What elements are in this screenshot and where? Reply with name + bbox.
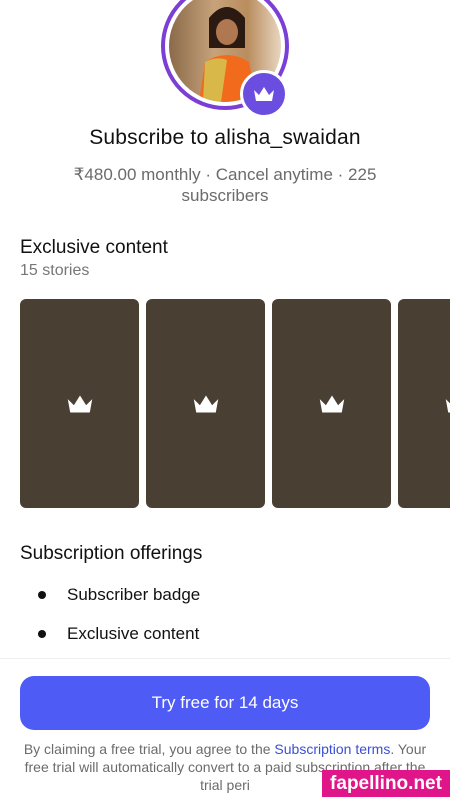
watermark: fapellino.net (322, 770, 450, 797)
subscription-offerings-heading: Subscription offerings (20, 543, 203, 564)
offering-item: Exclusive content (38, 624, 199, 644)
crown-icon (254, 87, 274, 101)
stories-count: 15 stories (20, 262, 90, 279)
divider (0, 658, 450, 659)
subscription-terms-link[interactable]: Subscription terms (274, 741, 390, 757)
legal-prefix: By claiming a free trial, you agree to t… (23, 741, 275, 757)
story-tile[interactable] (398, 299, 450, 508)
page-title: Subscribe to alisha_swaidan (89, 126, 361, 149)
crown-icon (193, 394, 218, 413)
offering-label: Exclusive content (67, 624, 200, 643)
crown-icon (445, 398, 450, 413)
story-tile[interactable] (272, 299, 391, 508)
try-free-button[interactable]: Try free for 14 days (20, 676, 430, 730)
exclusive-content-heading: Exclusive content (20, 237, 168, 258)
story-tile[interactable] (146, 299, 265, 508)
offering-label: Subscriber badge (67, 585, 201, 604)
crown-icon (319, 394, 344, 413)
bullet-icon (38, 591, 46, 599)
price-subtitle: ₹480.00 monthly · Cancel anytime · 225 s… (73, 165, 377, 205)
story-tiles (20, 299, 450, 509)
story-tile[interactable] (20, 299, 139, 508)
subscriber-crown-badge (240, 70, 288, 118)
offering-item: Subscriber badge (38, 585, 200, 605)
bullet-icon (38, 630, 46, 638)
crown-icon (67, 394, 92, 413)
